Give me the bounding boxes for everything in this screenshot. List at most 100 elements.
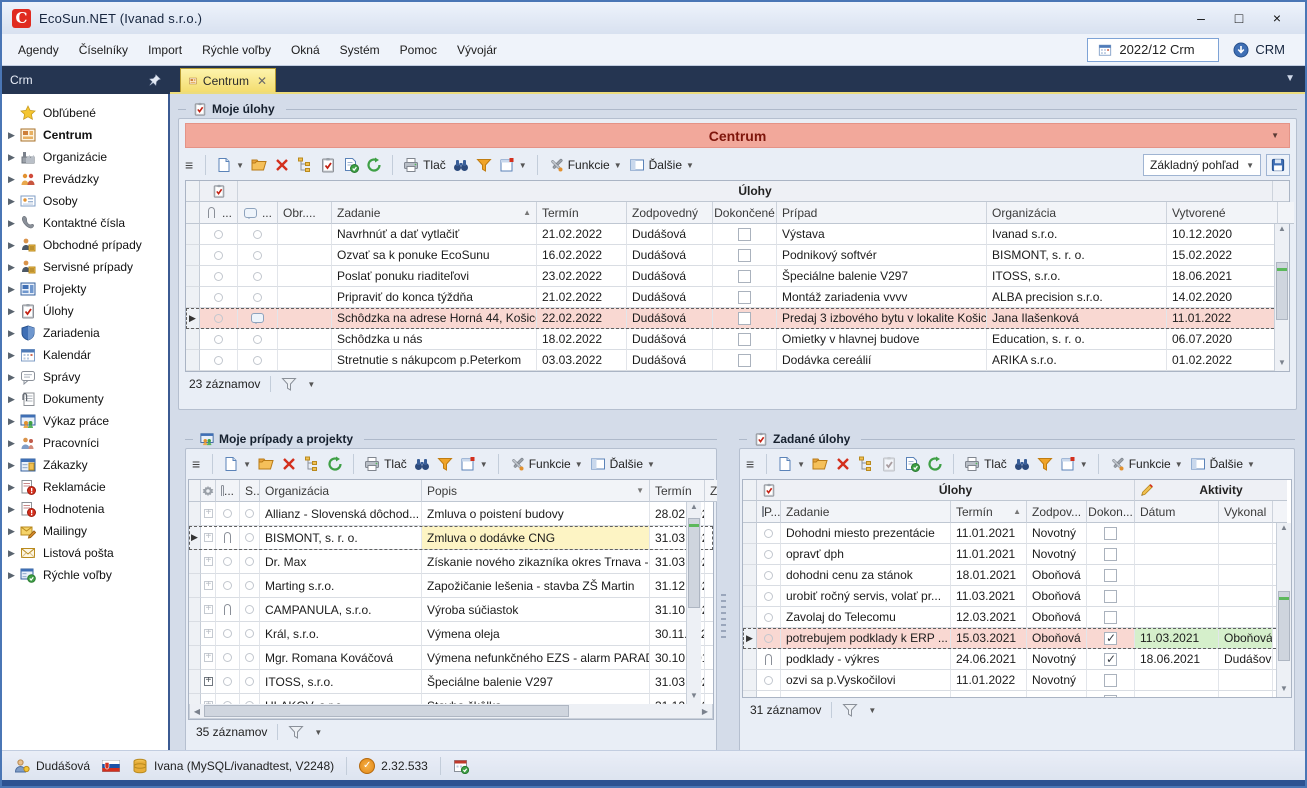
table-row[interactable]: Allianz - Slovenská dôchod... Zmluva o p…	[189, 502, 713, 526]
checkbox[interactable]	[1104, 590, 1117, 603]
col-note[interactable]: ...	[238, 202, 278, 224]
print-button[interactable]: Tlač	[364, 456, 407, 472]
sidebar-item[interactable]: ▶ Zariadenia	[2, 322, 168, 344]
minimize-button[interactable]: –	[1193, 10, 1209, 26]
refresh-button[interactable]	[366, 157, 382, 173]
sidebar-item[interactable]: ▶ Obchodné prípady	[2, 234, 168, 256]
expand-arrow-icon[interactable]: ▶	[8, 570, 20, 581]
sidebar-item[interactable]: ▶ Správy	[2, 366, 168, 388]
table-row[interactable]: HLAKOV, s.r.o. Stavba škôlka 31.12.2021	[189, 694, 713, 704]
sidebar-item[interactable]: ▶ Kontaktné čísla	[2, 212, 168, 234]
scroll-down-icon[interactable]: ▼	[1275, 358, 1289, 371]
checkbox[interactable]	[738, 354, 751, 367]
table-row[interactable]: Dr. Max Získanie nového zikazníka okres …	[189, 550, 713, 574]
col-termin[interactable]: Termín▲	[951, 501, 1027, 523]
horizontal-scrollbar[interactable]: ◀ ▶	[189, 704, 713, 719]
table-row[interactable]: podklady - výkres 24.06.2021 Novotný 18.…	[743, 649, 1291, 670]
expand-arrow-icon[interactable]: ▶	[8, 262, 20, 273]
expand-arrow-icon[interactable]: ▶	[8, 306, 20, 317]
expand-plus-icon[interactable]	[204, 509, 213, 518]
sidebar-item[interactable]: ▶ Pracovníci	[2, 432, 168, 454]
expand-cell[interactable]	[201, 574, 216, 598]
more-button[interactable]: Ďalšie▼	[1190, 456, 1255, 472]
dokon-cell[interactable]	[1087, 586, 1135, 607]
scroll-thumb[interactable]	[204, 705, 569, 717]
functions-button[interactable]: Funkcie▼	[548, 157, 622, 173]
view-select[interactable]: Základný pohľad▼	[1143, 154, 1261, 176]
new-record-button[interactable]: ▼	[223, 456, 251, 472]
more-button[interactable]: Ďalšie▼	[590, 456, 655, 472]
sidebar-item[interactable]: ▶ Organizácie	[2, 146, 168, 168]
new-record-button[interactable]: ▼	[216, 157, 244, 173]
banner-chevron-icon[interactable]: ▼	[1271, 131, 1279, 140]
tree-view-button[interactable]	[297, 157, 313, 173]
tab-close-icon[interactable]: ✕	[257, 74, 267, 88]
checkbox[interactable]	[1104, 569, 1117, 582]
dokoncene-cell[interactable]	[713, 287, 777, 308]
table-row[interactable]: ITOSS, s.r.o. Špeciálne balenie V297 31.…	[189, 670, 713, 694]
checkbox[interactable]	[1104, 632, 1117, 645]
sidebar-item[interactable]: ▶ Reklamácie	[2, 476, 168, 498]
table-row[interactable]: Ozvať sa k ponuke EcoSunu 16.02.2022 Dud…	[186, 245, 1289, 266]
open-button[interactable]	[251, 157, 267, 173]
table-row[interactable]: Zavolaj do Telecomu 12.03.2021 Oboňová	[743, 607, 1291, 628]
splitter-handle[interactable]	[721, 594, 726, 640]
search-button[interactable]	[453, 157, 469, 173]
calendar-check-icon[interactable]	[453, 758, 469, 774]
centrum-banner[interactable]: Centrum ▼	[185, 123, 1290, 148]
checkbox[interactable]	[1104, 611, 1117, 624]
table-row[interactable]: Poslať ponuku riaditeľovi 23.02.2022 Dud…	[186, 266, 1289, 287]
checkbox[interactable]	[1104, 674, 1117, 687]
expand-arrow-icon[interactable]: ▶	[8, 460, 20, 471]
expand-plus-icon[interactable]	[204, 581, 213, 590]
refresh-button[interactable]	[927, 456, 943, 472]
scroll-thumb[interactable]	[1278, 591, 1290, 661]
expand-cell[interactable]	[201, 526, 216, 550]
sidebar-item[interactable]: ▶ Mailingy	[2, 520, 168, 542]
table-row[interactable]: opravť dph 11.01.2021 Novotný	[743, 544, 1291, 565]
col-s[interactable]: S...	[240, 480, 260, 502]
scroll-down-icon[interactable]: ▼	[1277, 684, 1291, 697]
col-z[interactable]: Z	[705, 480, 717, 502]
filter-icon[interactable]	[288, 724, 304, 740]
delete-button[interactable]	[274, 157, 290, 173]
checkbox[interactable]	[738, 333, 751, 346]
dokoncene-cell[interactable]	[713, 266, 777, 287]
checkbox[interactable]	[1104, 695, 1117, 698]
expand-cell[interactable]	[201, 502, 216, 526]
checkbox[interactable]	[738, 270, 751, 283]
delete-button[interactable]	[835, 456, 851, 472]
dokoncene-cell[interactable]	[713, 308, 777, 329]
open-button[interactable]	[258, 456, 274, 472]
dokon-cell[interactable]	[1087, 565, 1135, 586]
dokon-cell[interactable]	[1087, 544, 1135, 565]
vertical-scrollbar[interactable]: ▲ ▼	[1274, 224, 1289, 371]
pin-icon[interactable]	[148, 73, 162, 87]
vertical-scrollbar[interactable]: ▲ ▼	[1276, 523, 1291, 697]
refresh-button[interactable]	[327, 456, 343, 472]
table-row[interactable]: Pripraviť do konca týždňa 21.02.2022 Dud…	[186, 287, 1289, 308]
expand-arrow-icon[interactable]: ▶	[8, 482, 20, 493]
table-row[interactable]: dohodni cenu za stánok 18.01.2021 Oboňov…	[743, 565, 1291, 586]
scroll-up-icon[interactable]: ▲	[1277, 523, 1291, 536]
confirm-doc-button[interactable]	[343, 157, 359, 173]
more-button[interactable]: Ďalšie▼	[629, 157, 694, 173]
table-row[interactable]: CAMPANULA, s.r.o. Výroba súčiastok 31.10…	[189, 598, 713, 622]
table-row[interactable]: Navrhnúť a dať vytlačiť 21.02.2022 Dudáš…	[186, 224, 1289, 245]
expand-arrow-icon[interactable]: ▶	[8, 438, 20, 449]
dokoncene-cell[interactable]	[713, 350, 777, 371]
sidebar-item[interactable]: ▶ Hodnotenia	[2, 498, 168, 520]
col-organizacia[interactable]: Organizácia	[260, 480, 422, 502]
scroll-right-icon[interactable]: ▶	[698, 704, 712, 718]
expand-plus-icon[interactable]	[204, 533, 213, 542]
sidebar-item[interactable]: ▶ Obľúbené	[2, 102, 168, 124]
expand-arrow-icon[interactable]: ▶	[8, 394, 20, 405]
expand-plus-icon[interactable]	[204, 677, 213, 686]
menu-item[interactable]: Číselníky	[69, 39, 138, 61]
expand-cell[interactable]	[201, 646, 216, 670]
col-dokon[interactable]: Dokon...	[1087, 501, 1135, 523]
print-button[interactable]: Tlač	[403, 157, 446, 173]
checkbox[interactable]	[738, 291, 751, 304]
sidebar-item[interactable]: ▶ Projekty	[2, 278, 168, 300]
expand-cell[interactable]	[201, 670, 216, 694]
